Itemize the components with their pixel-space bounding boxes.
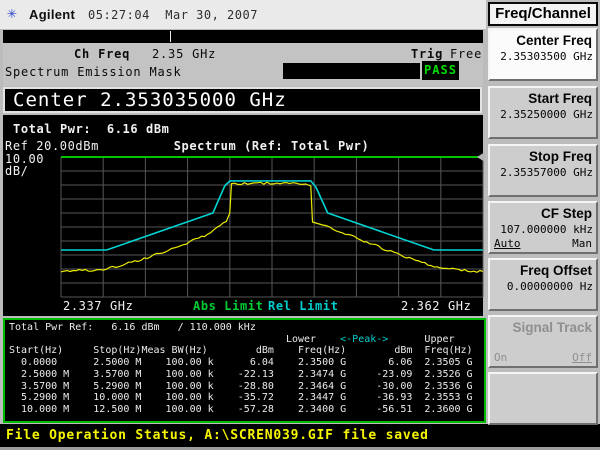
brand-label: Agilent — [29, 7, 75, 22]
chart-grid — [61, 157, 483, 297]
rel-limit-legend: Rel Limit — [268, 299, 338, 313]
total-power-label: Total Pwr: 6.16 dBm — [13, 122, 170, 136]
softkey-signal-track[interactable]: Signal Track On Off — [488, 315, 598, 368]
pass-badge: PASS — [422, 61, 459, 80]
softkey-value: 107.000000 kHz — [492, 223, 593, 236]
annotation-bar — [3, 30, 483, 43]
table-row: 0.0000 2.5000 M 100.00 k 6.04 2.3500 G 6… — [9, 357, 484, 369]
graph-title: Spectrum (Ref: Total Pwr) — [60, 139, 483, 153]
table-row: Total Pwr Ref: 6.16 dBm / 110.000 kHz — [9, 322, 484, 334]
table-row: 3.5700 M 5.2900 M 100.00 k -28.80 2.3464… — [9, 381, 484, 393]
softkey-value: 0.00000000 Hz — [492, 280, 593, 293]
center-frequency-display: Center 2.353035000 GHz — [3, 87, 482, 113]
x-axis-start-label: 2.337 GHz — [63, 299, 133, 313]
softkey-value: 2.35303500 GHz — [492, 50, 593, 63]
softkey-panel: Freq/Channel Center Freq 2.35303500 GHz St… — [486, 0, 600, 424]
abs-limit-legend: Abs Limit — [193, 299, 263, 313]
softkey-label: Center Freq — [492, 33, 592, 48]
ch-freq-label: Ch Freq — [74, 47, 130, 61]
ch-freq-value: 2.35 GHz — [152, 47, 216, 61]
center-frequency-text: Center 2.353035000 GHz — [13, 89, 480, 111]
softkey-toggle: Auto Man — [494, 237, 592, 250]
softkey-value: 2.35250000 GHz — [492, 108, 593, 121]
measurement-title: Spectrum Emission Mask — [5, 65, 182, 79]
ref-level-marker-icon — [477, 152, 485, 162]
softkey-label: Start Freq — [492, 91, 592, 106]
table-row: Start(Hz) Stop(Hz)Meas BW(Hz) dBm Freq(H… — [9, 345, 484, 357]
softkey-label: Stop Freq — [492, 149, 592, 164]
softkey-blank[interactable] — [488, 372, 598, 425]
trig-value: Free — [450, 47, 482, 61]
softkey-label: CF Step — [492, 206, 592, 221]
table-row: 5.2900 M 10.000 M 100.00 k -35.72 2.3447… — [9, 392, 484, 404]
spectrum-chart — [60, 156, 484, 298]
results-table: Total Pwr Ref: 6.16 dBm / 110.000 kHz Lo… — [3, 318, 486, 423]
x-axis-stop-label: 2.362 GHz — [401, 299, 471, 313]
trig-label: Trig — [411, 47, 443, 61]
table-row: 2.5000 M 3.5700 M 100.00 k -22.13 2.3474… — [9, 369, 484, 381]
softkey-cf-step[interactable]: CF Step 107.000000 kHzAuto Man — [488, 201, 598, 254]
toggle-left: Auto — [494, 237, 521, 250]
toggle-right: Off — [572, 351, 592, 364]
softkey-value: 2.35357000 GHz — [492, 166, 593, 179]
instrument-screen: ✳ Agilent 05:27:04 Mar 30, 2007 Ch Freq … — [0, 0, 600, 450]
active-function-box — [283, 63, 420, 79]
softkey-stop-freq[interactable]: Stop Freq 2.35357000 GHz — [488, 144, 598, 197]
softkey-center-freq[interactable]: Center Freq 2.35303500 GHz — [488, 28, 598, 81]
softkey-label: Signal Track — [492, 320, 592, 335]
softkey-toggle: On Off — [494, 351, 592, 364]
toggle-right: Man — [572, 237, 592, 250]
softkey-freq-offset[interactable]: Freq Offset 0.00000000 Hz — [488, 258, 598, 311]
table-peak-header: Lower <-Peak-> Upper — [9, 334, 484, 346]
toggle-left: On — [494, 351, 507, 364]
softkey-label: Freq Offset — [492, 263, 592, 278]
menu-title: Freq/Channel — [488, 2, 598, 26]
peak-label: <-Peak-> — [340, 334, 388, 345]
table-row: 10.000 M 12.500 M 100.00 k -57.28 2.3400… — [9, 404, 484, 416]
scale-unit-label: dB/ — [5, 164, 28, 178]
agilent-logo-icon: ✳ — [7, 5, 17, 21]
annotation-tick — [170, 31, 171, 42]
top-bar: ✳ Agilent 05:27:04 Mar 30, 2007 — [0, 0, 486, 29]
datetime-label: 05:27:04 Mar 30, 2007 — [88, 8, 258, 22]
softkey-start-freq[interactable]: Start Freq 2.35250000 GHz — [488, 86, 598, 139]
status-message: File Operation Status, A:\SCREN039.GIF f… — [6, 428, 429, 443]
